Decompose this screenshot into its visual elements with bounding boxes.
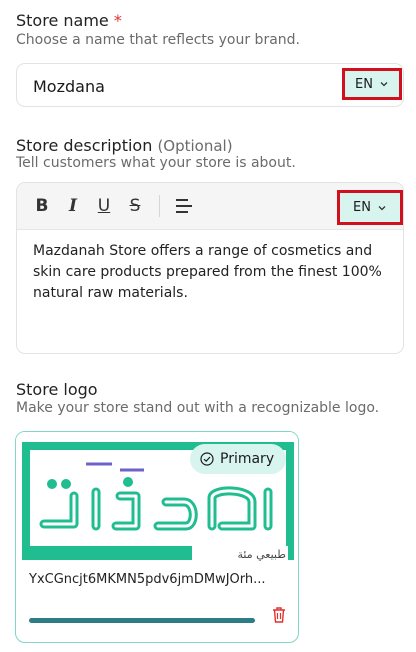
align-left-icon[interactable] [175,198,193,214]
store-name-label-text: Store name [16,11,109,30]
underline-button[interactable]: U [94,195,114,217]
required-mark: * [113,11,122,30]
chevron-down-icon [380,82,388,87]
logo-image: طبيعي مئة Primary [16,432,298,561]
store-description-label-text: Store description [16,136,153,155]
primary-badge-label: Primary [220,451,275,467]
store-logo-help: Make your store stand out with a recogni… [16,400,380,416]
upload-progress-bar [29,618,255,623]
check-circle-icon [200,452,214,466]
store-name-language-value: EN [355,76,373,92]
store-name-field[interactable]: Mozdana EN [16,63,404,107]
strikethrough-button[interactable]: S [125,195,145,217]
store-description-editor[interactable]: B I U S EN Mazdanah Store offers a range… [16,182,404,354]
logo-tagline: طبيعي مئة [238,548,287,561]
toolbar-divider [159,195,160,217]
store-description-label: Store description (Optional) [16,136,233,155]
store-name-value[interactable]: Mozdana [33,77,105,96]
italic-button[interactable]: I [63,195,83,217]
primary-badge: Primary [190,444,287,474]
store-description-language-value: EN [353,200,371,215]
store-logo-label: Store logo [16,380,98,399]
store-description-help: Tell customers what your store is about. [16,155,296,171]
editor-toolbar: B I U S EN [17,183,403,230]
store-description-language-select[interactable]: EN [337,190,403,225]
bold-button[interactable]: B [32,195,52,217]
store-name-label: Store name * [16,11,122,30]
store-name-help: Choose a name that reflects your brand. [16,32,300,48]
store-name-language-select[interactable]: EN [342,68,402,100]
trash-icon[interactable] [271,606,287,624]
chevron-down-icon [378,205,386,210]
store-description-text[interactable]: Mazdanah Store offers a range of cosmeti… [33,241,389,304]
logo-card[interactable]: طبيعي مئة Primary YxCGncjt6MKMN5pdv6jmDM… [15,431,299,643]
optional-tag: (Optional) [157,137,233,155]
logo-filename: YxCGncjt6MKMN5pdv6jmDMwJOrh... [29,572,266,587]
